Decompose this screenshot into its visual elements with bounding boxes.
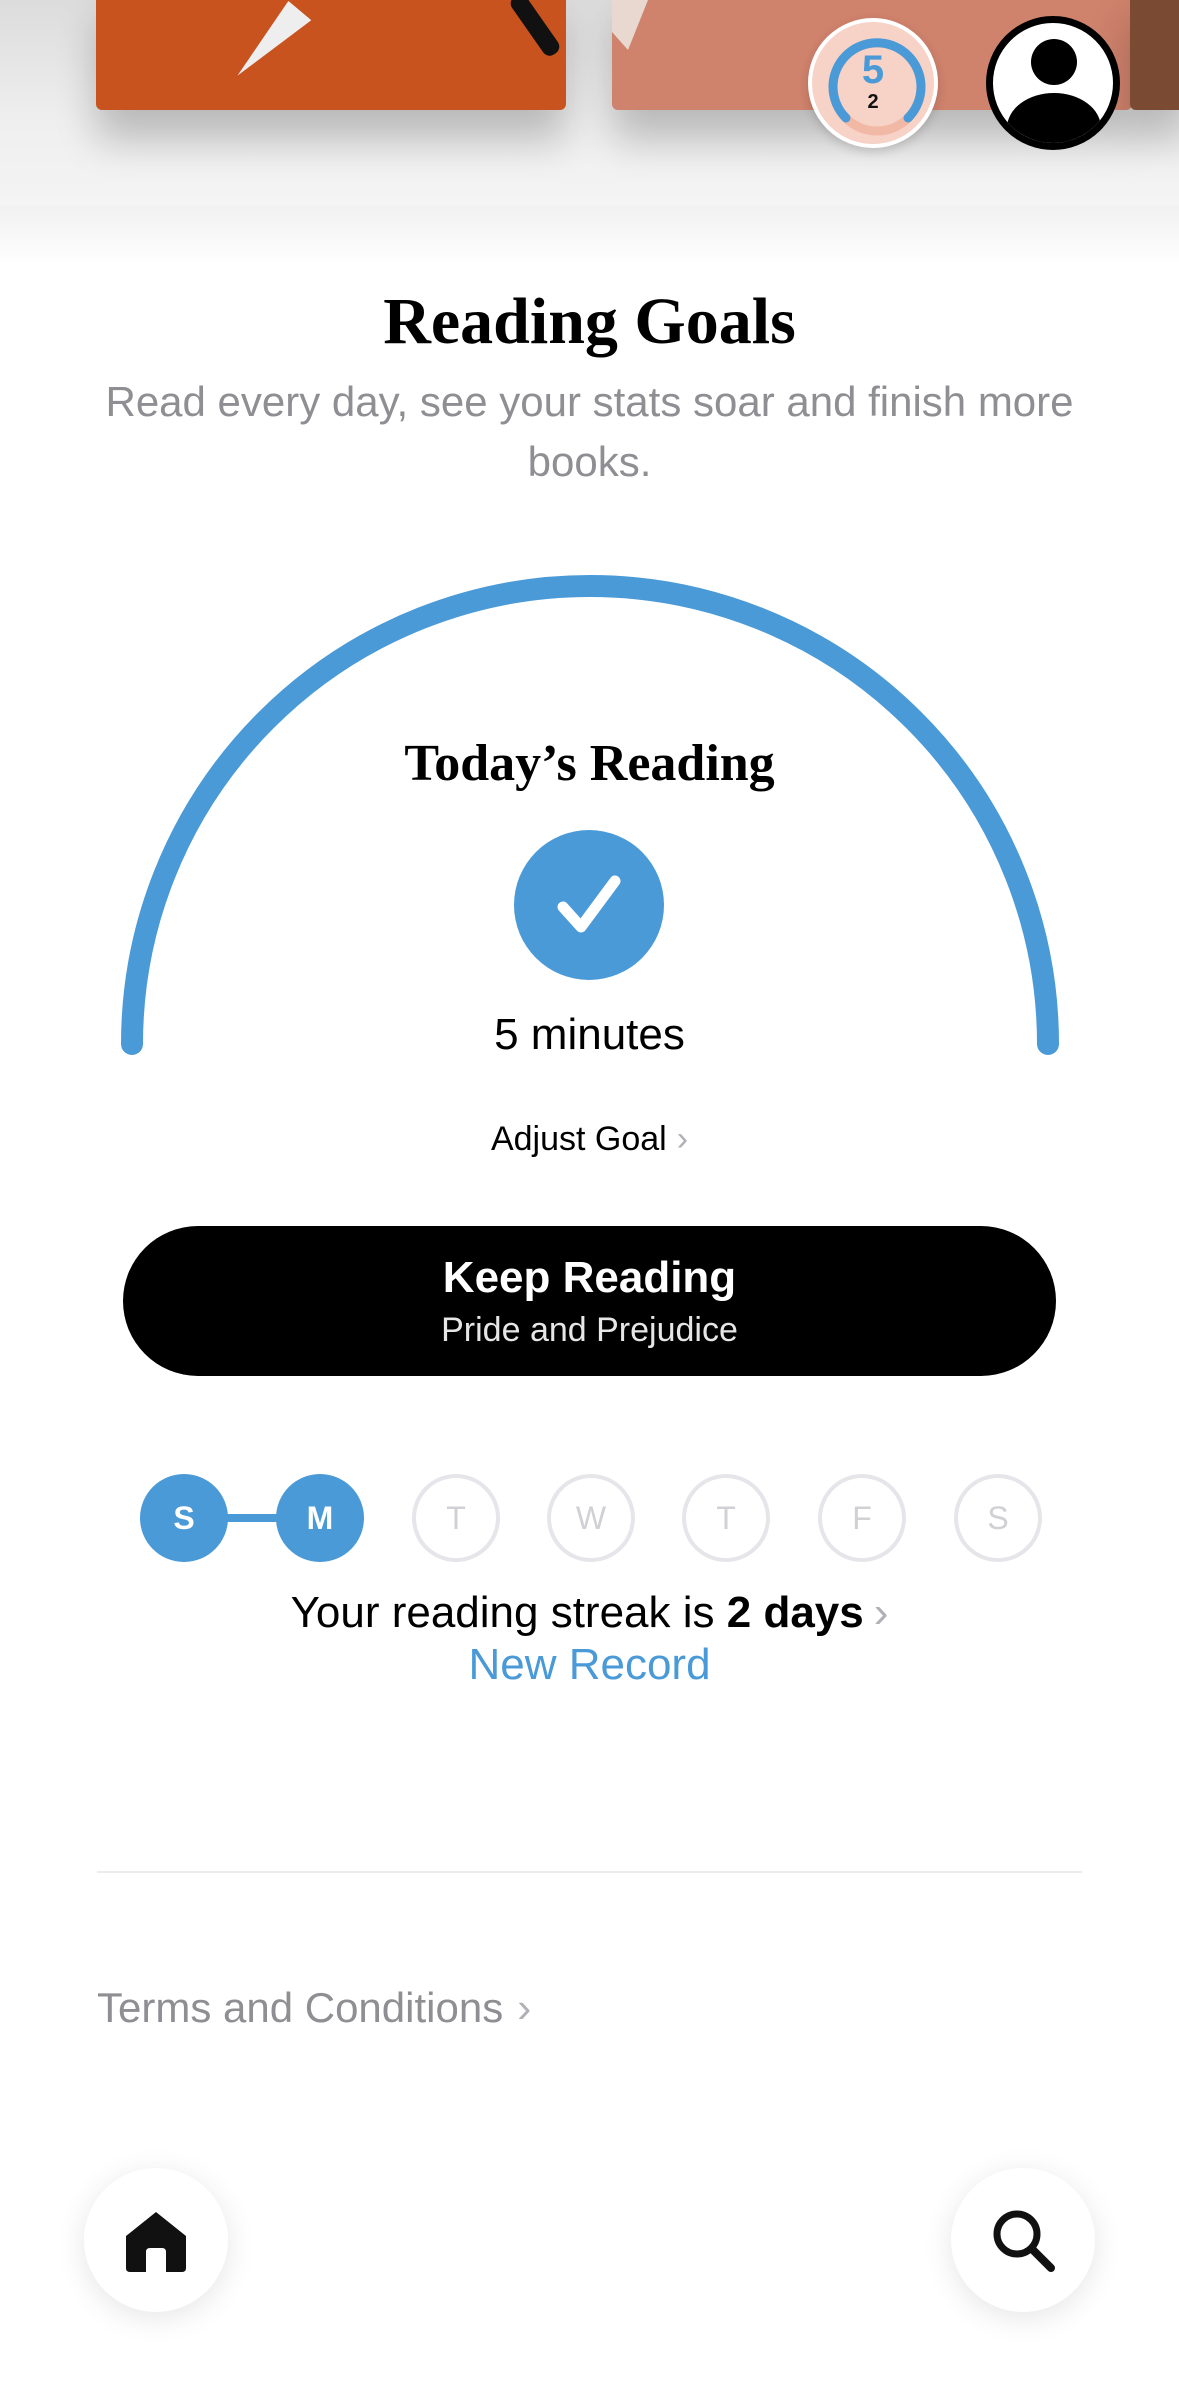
todays-reading-label: Today’s Reading — [404, 735, 775, 792]
day-sunday[interactable]: S — [140, 1474, 228, 1562]
goal-badge-count: 2 — [867, 91, 879, 113]
home-icon — [126, 2212, 186, 2272]
search-icon — [993, 2210, 1055, 2272]
person-circle-icon[interactable] — [986, 16, 1120, 150]
day-monday[interactable]: M — [276, 1474, 364, 1562]
day-thursday[interactable]: T — [682, 1474, 770, 1562]
terms-label: Terms and Conditions — [97, 1984, 504, 2031]
reading-streak-link[interactable]: Your reading streak is 2 days › — [0, 1588, 1179, 1638]
chevron-right-icon: › — [517, 1984, 532, 2031]
divider — [97, 1871, 1082, 1873]
adjust-goal-link[interactable]: Adjust Goal › — [0, 1120, 1179, 1159]
streak-prefix: Your reading streak is — [290, 1588, 715, 1637]
page-title: Reading Goals — [383, 285, 796, 358]
new-record-label: New Record — [468, 1640, 711, 1689]
daily-goal-arc — [121, 575, 1059, 1055]
keep-reading-button[interactable]: Keep Reading Pride and Prejudice — [123, 1226, 1056, 1376]
chevron-right-icon: › — [873, 1588, 889, 1637]
book-cover[interactable] — [1130, 0, 1179, 110]
chevron-right-icon: › — [676, 1120, 689, 1158]
minutes-read: 5 minutes — [494, 1010, 685, 1059]
day-friday[interactable]: F — [818, 1474, 906, 1562]
keep-reading-label: Keep Reading — [442, 1252, 737, 1302]
day-tuesday[interactable]: T — [412, 1474, 500, 1562]
terms-and-conditions-link[interactable]: Terms and Conditions › — [97, 1984, 531, 2032]
day-saturday[interactable]: S — [954, 1474, 1042, 1562]
reading-goal-badge[interactable]: 5 2 — [808, 18, 938, 148]
checkmark-icon — [514, 830, 664, 980]
home-button[interactable] — [84, 2168, 228, 2312]
day-wednesday[interactable]: W — [547, 1474, 635, 1562]
book-cover[interactable] — [96, 0, 566, 110]
page-subtitle: Read every day, see your stats soar and … — [105, 378, 1074, 485]
search-button[interactable] — [951, 2168, 1095, 2312]
adjust-goal-label: Adjust Goal — [490, 1120, 667, 1158]
shelf-shadow — [0, 206, 1179, 266]
goal-badge-value: 5 — [861, 48, 885, 92]
week-streak: S M T W T F S — [140, 1474, 1042, 1562]
streak-value: 2 days — [726, 1588, 864, 1637]
current-book-title: Pride and Prejudice — [441, 1310, 738, 1349]
